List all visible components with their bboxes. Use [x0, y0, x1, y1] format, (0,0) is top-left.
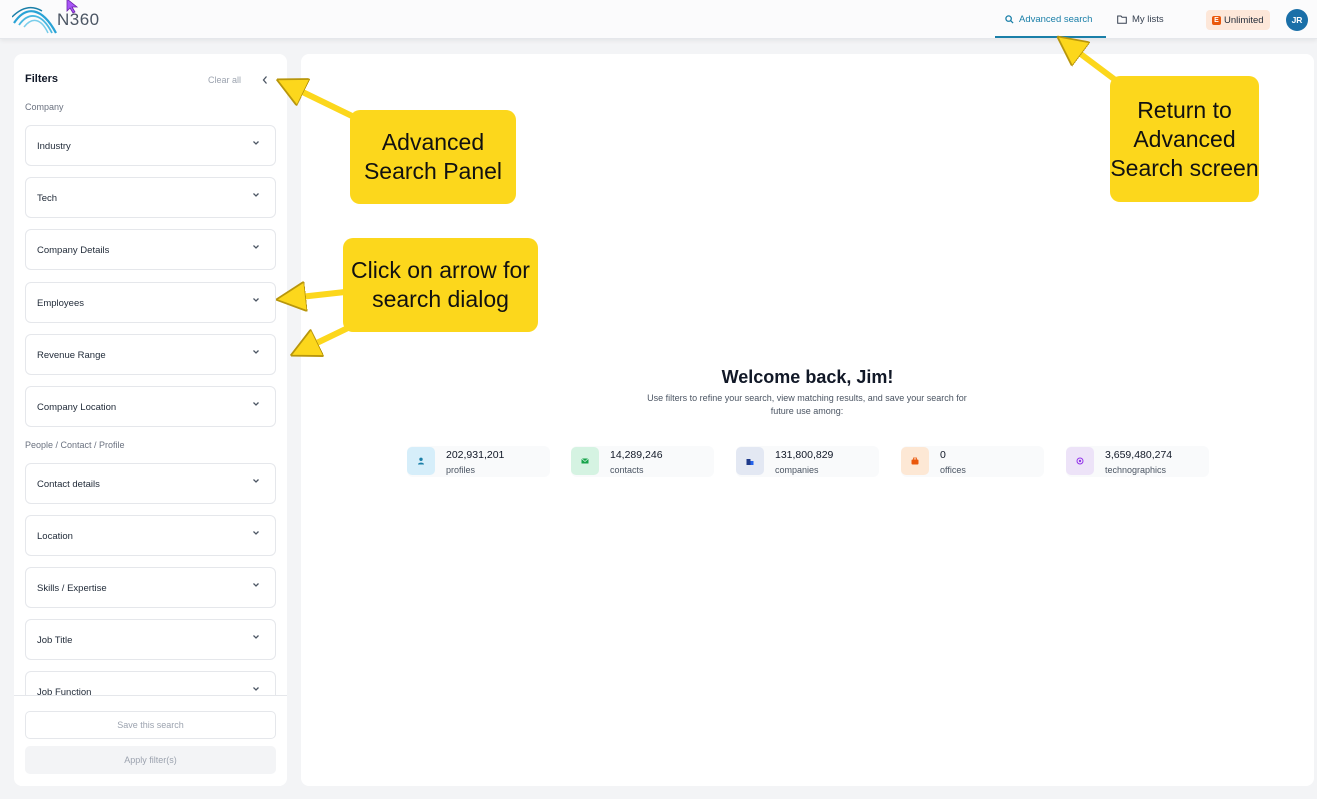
chevron-down-icon[interactable] — [251, 138, 261, 148]
nav-my-lists[interactable]: My lists — [1117, 12, 1164, 38]
filters-title: Filters — [25, 73, 59, 85]
building-icon — [736, 447, 764, 475]
apply-filters-button[interactable]: Apply filter(s) — [25, 746, 276, 774]
stat-value: 131,800,829 — [775, 449, 834, 461]
filter-label: Industry — [37, 141, 71, 152]
stat-profiles: 202,931,201 profiles — [407, 446, 550, 477]
stat-companies: 131,800,829 companies — [736, 446, 879, 477]
chevron-down-icon[interactable] — [251, 242, 261, 252]
stat-technographics: 3,659,480,274 technographics — [1066, 446, 1209, 477]
welcome-subtitle: Use filters to refine your search, view … — [647, 393, 967, 416]
stat-contacts: 14,289,246 contacts — [571, 446, 714, 477]
filter-skills-expertise[interactable]: Skills / Expertise — [25, 567, 276, 608]
stat-label: companies — [775, 465, 819, 475]
nav-advanced-search[interactable]: Advanced search — [995, 12, 1106, 38]
chevron-down-icon[interactable] — [251, 347, 261, 357]
chevron-down-icon[interactable] — [251, 476, 261, 486]
filter-revenue-range[interactable]: Revenue Range — [25, 334, 276, 375]
top-bar: N360 Advanced search My lists E Unlimite… — [0, 0, 1317, 39]
plan-e-icon: E — [1212, 15, 1221, 25]
avatar[interactable]: JR — [1286, 9, 1308, 31]
filter-label: Employees — [37, 298, 84, 309]
filter-label: Company Details — [37, 245, 110, 256]
envelope-icon — [571, 447, 599, 475]
filter-label: Contact details — [37, 479, 100, 490]
filter-contact-details[interactable]: Contact details — [25, 463, 276, 504]
filter-label: Location — [37, 531, 73, 542]
filter-label: Job Title — [37, 635, 73, 646]
chevron-down-icon[interactable] — [251, 190, 261, 200]
welcome-title: Welcome back, Jim! — [721, 367, 894, 387]
save-search-button[interactable]: Save this search — [25, 711, 276, 739]
filter-location[interactable]: Location — [25, 515, 276, 556]
callout-advanced-panel: Advanced Search Panel — [350, 110, 516, 204]
callout-return: Return to Advanced Search screen — [1110, 76, 1259, 202]
chevron-left-icon[interactable] — [261, 75, 269, 85]
stat-value: 202,931,201 — [446, 449, 505, 461]
plan-badge[interactable]: E Unlimited — [1206, 10, 1270, 30]
person-icon — [407, 447, 435, 475]
chevron-down-icon[interactable] — [251, 528, 261, 538]
chevron-down-icon[interactable] — [251, 684, 261, 694]
plan-badge-label: Unlimited — [1224, 14, 1264, 26]
filter-label: Tech — [37, 193, 58, 204]
filter-job-title[interactable]: Job Title — [25, 619, 276, 660]
stat-value: 3,659,480,274 — [1105, 449, 1173, 461]
chevron-down-icon[interactable] — [251, 399, 261, 409]
filter-label: Revenue Range — [37, 350, 106, 361]
chip-icon — [1066, 447, 1094, 475]
filter-industry[interactable]: Industry — [25, 125, 276, 166]
mouse-cursor-icon — [66, 0, 79, 14]
stat-value: 14,289,246 — [610, 449, 663, 461]
clear-all-button[interactable]: Clear all — [208, 75, 241, 85]
filter-tech[interactable]: Tech — [25, 177, 276, 218]
filter-company-location[interactable]: Company Location — [25, 386, 276, 427]
callout-click-arrow: Click on arrow for search dialog — [343, 238, 538, 332]
filter-employees[interactable]: Employees — [25, 282, 276, 323]
stat-label: profiles — [446, 465, 476, 475]
folder-icon — [1117, 15, 1127, 24]
stat-label: contacts — [610, 465, 644, 475]
chevron-down-icon[interactable] — [251, 632, 261, 642]
section-people: People / Contact / Profile — [25, 440, 125, 450]
filter-label: Company Location — [37, 402, 117, 413]
stat-offices: 0 offices — [901, 446, 1044, 477]
stat-value: 0 — [940, 449, 946, 461]
stat-label: technographics — [1105, 465, 1167, 475]
filters-panel: Filters Clear all Company Industry Tech … — [14, 54, 287, 786]
filter-company-details[interactable]: Company Details — [25, 229, 276, 270]
filter-label: Skills / Expertise — [37, 583, 107, 594]
chevron-down-icon[interactable] — [251, 580, 261, 590]
stat-label: offices — [940, 465, 966, 475]
nav-my-lists-label: My lists — [1132, 14, 1164, 25]
nav-advanced-search-label: Advanced search — [1019, 14, 1093, 25]
briefcase-icon — [901, 447, 929, 475]
chevron-down-icon[interactable] — [251, 295, 261, 305]
filters-actions: Save this search Apply filter(s) — [14, 695, 287, 786]
section-company: Company — [25, 102, 64, 112]
search-icon — [1005, 15, 1014, 24]
